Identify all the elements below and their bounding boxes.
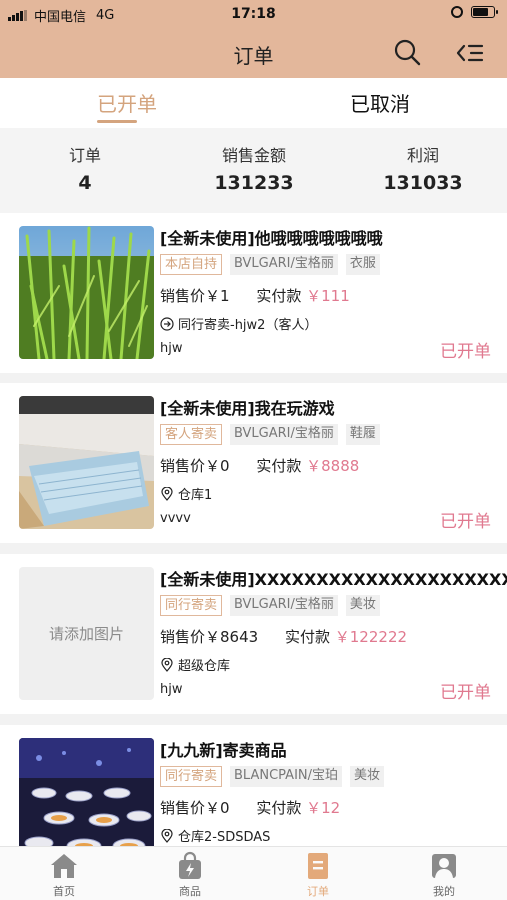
paid-amount: ￥8888 — [306, 457, 360, 475]
brand-tag: BVLGARI/宝格丽 — [230, 254, 338, 275]
active-tab-indicator — [97, 120, 137, 123]
filter-menu-icon[interactable] — [455, 40, 485, 66]
order-card[interactable]: [全新未使用]我在玩游戏 客人寄卖 BVLGARI/宝格丽 鞋履 销售价￥0 实… — [0, 383, 507, 543]
price-row: 销售价￥1 实付款 ￥111 — [160, 285, 350, 306]
search-icon[interactable] — [393, 38, 421, 66]
paid-label: 实付款 — [256, 287, 302, 305]
order-tabs: 已开单 已取消 — [0, 78, 507, 128]
sale-price: 销售价￥1 — [160, 287, 230, 305]
location-text: 同行寄卖-hjw2（客人） — [178, 318, 318, 333]
bottom-tab-bar: 首页 商品 订单 我的 — [0, 846, 507, 900]
profile-icon — [432, 854, 456, 878]
product-tags: 本店自持 BVLGARI/宝格丽 衣服 — [160, 254, 380, 275]
product-tags: 客人寄卖 BVLGARI/宝格丽 鞋履 — [160, 424, 380, 445]
order-status: 已开单 — [440, 342, 491, 362]
source-tag: 同行寄卖 — [160, 595, 223, 616]
page-title: 订单 — [233, 44, 274, 68]
brand-tag: BLANCPAIN/宝珀 — [230, 766, 343, 787]
tab-cancelled[interactable]: 已取消 — [320, 88, 440, 117]
product-title: [全新未使用]我在玩游戏 — [160, 399, 335, 418]
tab-label: 订单 — [307, 885, 329, 898]
order-card[interactable]: 请添加图片 [全新未使用]XXXXXXXXXXXXXXXXXXXXXXXX 同行… — [0, 554, 507, 714]
image-placeholder[interactable]: 请添加图片 — [19, 567, 154, 700]
status-bar: 中国电信 4G 17:18 — [0, 0, 507, 28]
sale-price: 销售价￥0 — [160, 799, 230, 817]
location-row: 仓库1 — [160, 484, 212, 503]
paid-amount: ￥12 — [306, 799, 341, 817]
tab-profile[interactable]: 我的 — [409, 851, 479, 899]
location-text: 超级仓库 — [178, 659, 231, 674]
home-icon — [51, 854, 77, 878]
product-title: [全新未使用]XXXXXXXXXXXXXXXXXXXXXXXX — [160, 570, 507, 589]
tab-label: 首页 — [53, 885, 75, 898]
brand-tag: BVLGARI/宝格丽 — [230, 595, 338, 616]
arrow-circle-icon — [160, 316, 174, 331]
user-name: hjw — [160, 341, 183, 356]
product-image — [19, 396, 154, 529]
summary-label: 销售金额 — [221, 146, 286, 165]
category-tag: 鞋履 — [345, 424, 380, 445]
summary-orders: 订单 4 — [5, 142, 165, 194]
paid-label: 实付款 — [284, 628, 330, 646]
product-image — [19, 226, 154, 359]
shopping-bag-icon — [179, 851, 201, 879]
location-row: 超级仓库 — [160, 655, 230, 674]
summary-label: 订单 — [68, 146, 101, 165]
location-row: 仓库2-SDSDAS — [160, 826, 270, 845]
location-text: 仓库2-SDSDAS — [178, 830, 271, 845]
order-status: 已开单 — [440, 512, 491, 532]
user-name: vvvv — [160, 511, 191, 526]
category-tag: 美妆 — [350, 766, 385, 787]
category-tag: 衣服 — [345, 254, 380, 275]
price-row: 销售价￥0 实付款 ￥12 — [160, 797, 340, 818]
location-pin-icon — [161, 657, 173, 672]
clock: 17:18 — [231, 6, 276, 22]
source-tag: 本店自持 — [160, 254, 223, 275]
product-tags: 同行寄卖 BLANCPAIN/宝珀 美妆 — [160, 766, 385, 787]
battery-icon — [471, 6, 498, 18]
summary-profit: 利润 131033 — [343, 142, 503, 194]
product-image — [19, 738, 154, 846]
order-list-icon — [308, 853, 328, 879]
location-pin-icon — [161, 486, 173, 501]
paid-amount: ￥111 — [306, 287, 350, 305]
paid-label: 实付款 — [256, 457, 302, 475]
sale-price: 销售价￥8643 — [160, 628, 259, 646]
product-tags: 同行寄卖 BVLGARI/宝格丽 美妆 — [160, 595, 380, 616]
price-row: 销售价￥0 实付款 ￥8888 — [160, 455, 359, 476]
summary-value: 131233 — [214, 172, 294, 194]
brand-tag: BVLGARI/宝格丽 — [230, 424, 338, 445]
paid-amount: ￥122222 — [334, 628, 408, 646]
source-tag: 客人寄卖 — [160, 424, 223, 445]
price-row: 销售价￥8643 实付款 ￥122222 — [160, 626, 407, 647]
tab-products[interactable]: 商品 — [155, 851, 225, 899]
product-title: [九九新]寄卖商品 — [160, 741, 287, 760]
tab-label: 我的 — [433, 885, 455, 898]
summary-sales: 销售金额 131233 — [174, 142, 334, 194]
order-card[interactable]: [九九新]寄卖商品 同行寄卖 BLANCPAIN/宝珀 美妆 销售价￥0 实付款… — [0, 725, 507, 846]
location-text: 仓库1 — [178, 488, 213, 503]
tab-opened[interactable]: 已开单 — [67, 88, 187, 117]
order-card[interactable]: [全新未使用]他哦哦哦哦哦哦哦 本店自持 BVLGARI/宝格丽 衣服 销售价￥… — [0, 213, 507, 373]
tab-home[interactable]: 首页 — [29, 851, 99, 899]
rotation-lock-icon — [451, 6, 463, 18]
navigation-bar: 订单 — [0, 28, 507, 78]
summary-value: 131033 — [383, 172, 463, 194]
location-pin-icon — [161, 828, 173, 843]
order-summary: 订单 4 销售金额 131233 利润 131033 — [0, 128, 507, 213]
tab-orders[interactable]: 订单 — [283, 851, 353, 899]
tab-label: 商品 — [179, 885, 201, 898]
sale-price: 销售价￥0 — [160, 457, 230, 475]
user-name: hjw — [160, 682, 183, 697]
order-status: 已开单 — [440, 683, 491, 703]
product-title: [全新未使用]他哦哦哦哦哦哦哦 — [160, 229, 383, 248]
source-tag: 同行寄卖 — [160, 766, 223, 787]
summary-value: 4 — [78, 172, 92, 194]
summary-label: 利润 — [406, 146, 439, 165]
paid-label: 实付款 — [256, 799, 302, 817]
location-row: 同行寄卖-hjw2（客人） — [160, 314, 317, 333]
category-tag: 美妆 — [345, 595, 380, 616]
